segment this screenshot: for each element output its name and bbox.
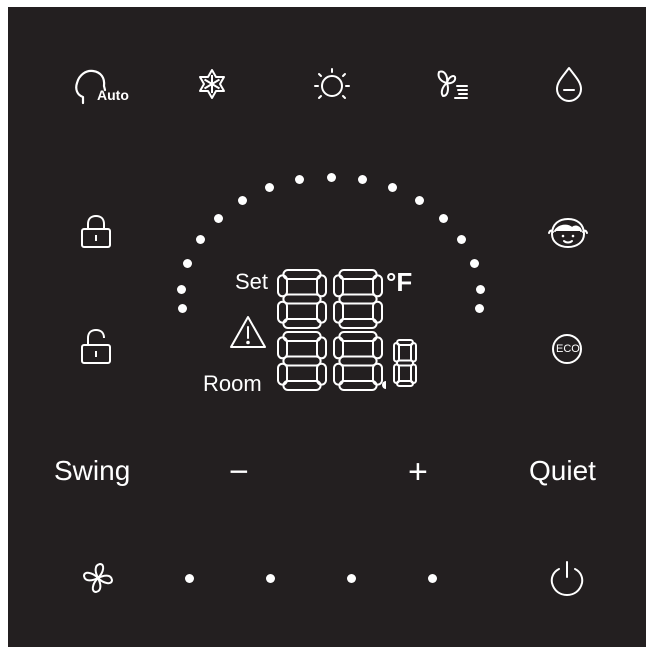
eco-icon[interactable]: ECO	[550, 332, 584, 366]
arc-indicator-dot	[326, 172, 336, 182]
arc-indicator-dot	[195, 235, 205, 245]
fan-speed-dot	[265, 573, 275, 583]
arc-indicator-dot	[177, 303, 187, 313]
swing-button[interactable]: Swing	[54, 457, 130, 485]
fan-speed-dot	[184, 573, 194, 583]
heat-mode-icon[interactable]	[313, 66, 351, 104]
arc-indicator-dot	[438, 213, 448, 223]
auto-label: Auto	[97, 87, 129, 103]
arc-indicator-dot	[469, 259, 479, 269]
plus-button[interactable]: +	[408, 455, 428, 489]
arc-indicator-dot	[475, 284, 485, 294]
quiet-button[interactable]: Quiet	[529, 457, 596, 485]
arc-indicator-dot	[177, 284, 187, 294]
unlock-icon[interactable]	[79, 327, 113, 367]
fan-mode-icon[interactable]	[433, 66, 471, 102]
fan-speed-icon[interactable]	[80, 560, 116, 596]
sleep-face-icon[interactable]	[547, 216, 589, 250]
cool-mode-icon[interactable]	[194, 66, 230, 102]
arc-indicator-dot	[237, 196, 247, 206]
fan-speed-dot	[346, 573, 356, 583]
auto-mode-icon[interactable]: Auto	[74, 68, 134, 108]
fan-speed-dot	[427, 573, 437, 583]
eco-label: ECO	[556, 343, 580, 355]
minus-button[interactable]: −	[229, 455, 249, 489]
power-icon[interactable]	[548, 559, 586, 599]
dry-mode-icon[interactable]	[552, 64, 586, 104]
lock-icon[interactable]	[79, 213, 113, 251]
